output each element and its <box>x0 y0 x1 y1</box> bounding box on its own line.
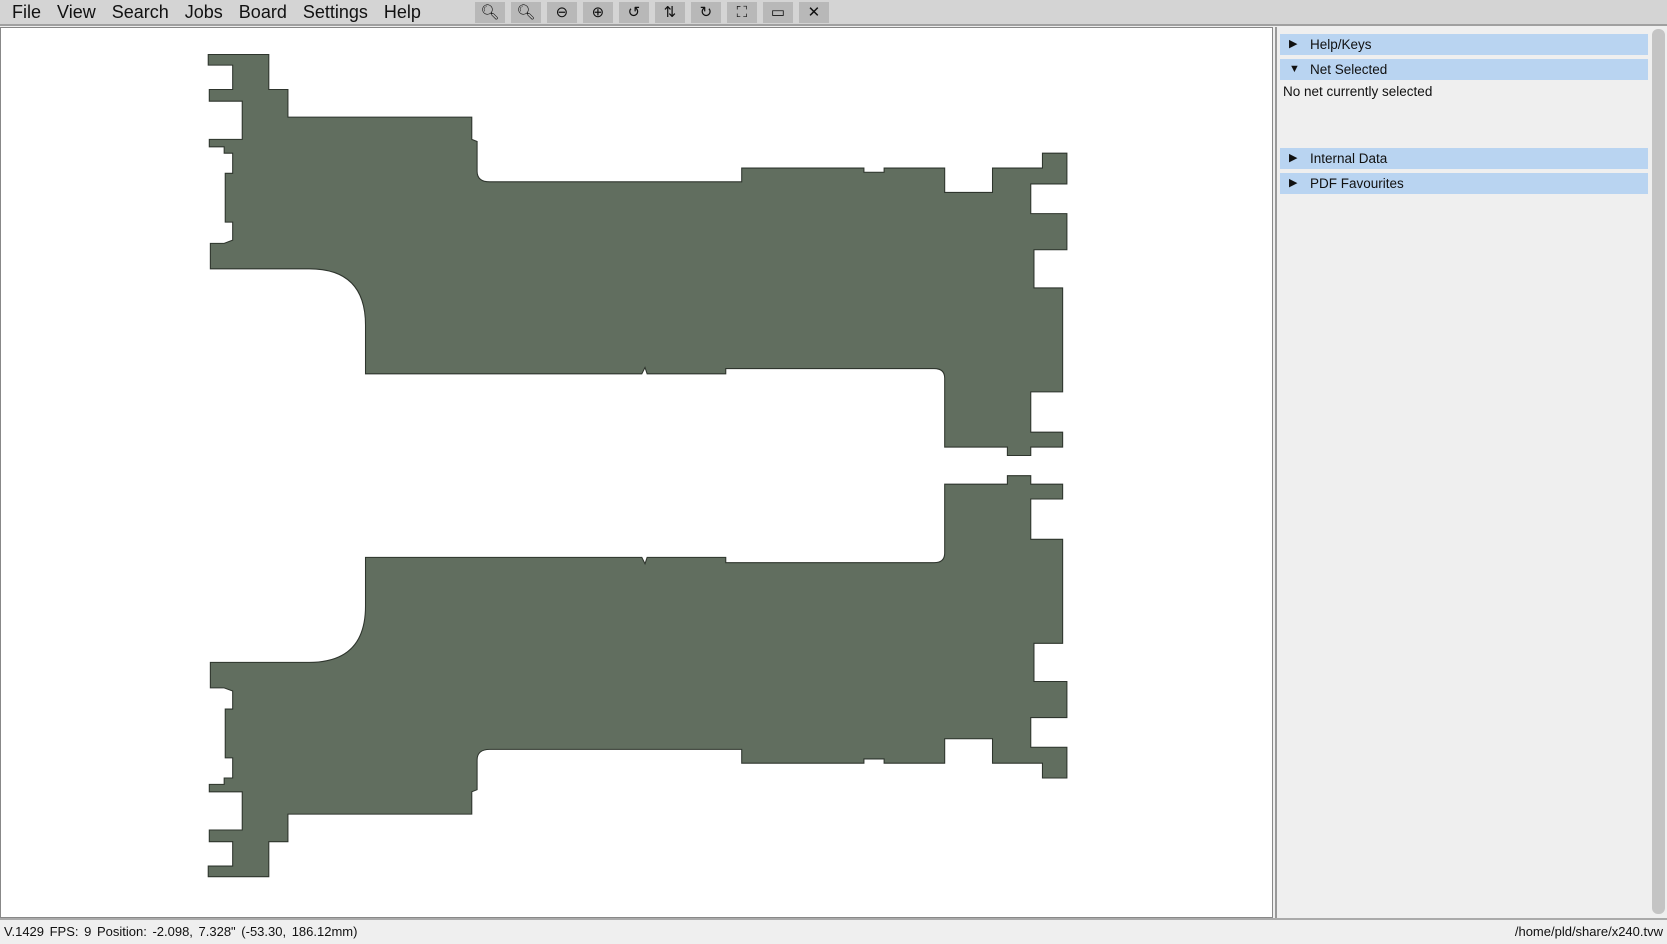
status-info: V.1429 FPS: 9 Position: -2.098, 7.328" (… <box>4 924 358 939</box>
flip-icon: ⇅ <box>663 4 677 21</box>
close-icon: ✕ <box>807 4 821 21</box>
section-internal-data[interactable]: ▶ Internal Data <box>1280 148 1648 169</box>
toolbar: 🔍︎ 🔍︎ ⊖ ⊕ ↺ ⇅ ↻ ⛶ ▭ ✕ <box>474 1 829 23</box>
menu-bar: File View Search Jobs Board Settings Hel… <box>0 0 1667 26</box>
rotate-cw-button[interactable]: ↻ <box>690 1 721 23</box>
menu-board[interactable]: Board <box>231 0 295 25</box>
expand-triangle-icon: ▶ <box>1289 152 1298 164</box>
fit-button[interactable]: ⛶ <box>726 1 757 23</box>
zoom-in-button[interactable]: 🔍︎ <box>510 1 541 23</box>
section-net-selected[interactable]: ▼ Net Selected <box>1280 59 1648 80</box>
panel-scrollbar[interactable] <box>1652 29 1665 914</box>
zoom-plus-button[interactable]: ⊕ <box>582 1 613 23</box>
expand-triangle-icon: ▶ <box>1289 177 1298 189</box>
menu-file[interactable]: File <box>0 0 49 25</box>
board-canvas[interactable] <box>0 27 1273 918</box>
rotate-ccw-icon: ↺ <box>627 4 641 21</box>
zoom-out-icon: 🔍︎ <box>480 4 500 21</box>
plus-circle-icon: ⊕ <box>591 4 605 21</box>
side-panel: ▶ Help/Keys ▼ Net Selected No net currentl… <box>1275 27 1667 918</box>
menu-settings[interactable]: Settings <box>295 0 376 25</box>
zoom-in-icon: 🔍︎ <box>516 4 536 21</box>
status-file-path: /home/pld/share/x240.tvw <box>1514 924 1663 939</box>
board-outline-icon: ▭ <box>770 4 786 21</box>
section-pdf-favourites[interactable]: ▶ PDF Favourites <box>1280 173 1648 194</box>
rotate-cw-icon: ↻ <box>699 4 713 21</box>
menu-help[interactable]: Help <box>376 0 429 25</box>
board-top-half[interactable] <box>207 53 1068 457</box>
fit-to-screen-icon: ⛶ <box>736 3 748 21</box>
collapse-triangle-icon: ▼ <box>1289 63 1300 75</box>
minus-circle-icon: ⊖ <box>555 4 569 21</box>
close-board-button[interactable]: ✕ <box>798 1 829 23</box>
menu-view[interactable]: View <box>49 0 104 25</box>
section-help-keys[interactable]: ▶ Help/Keys <box>1280 34 1648 55</box>
board-bottom-half[interactable] <box>207 475 1068 878</box>
menu-jobs[interactable]: Jobs <box>177 0 231 25</box>
rotate-ccw-button[interactable]: ↺ <box>618 1 649 23</box>
flip-button[interactable]: ⇅ <box>654 1 685 23</box>
status-bar: V.1429 FPS: 9 Position: -2.098, 7.328" (… <box>0 918 1667 944</box>
zoom-minus-button[interactable]: ⊖ <box>546 1 577 23</box>
menu-search[interactable]: Search <box>104 0 177 25</box>
board-outline-button[interactable]: ▭ <box>762 1 793 23</box>
zoom-out-button[interactable]: 🔍︎ <box>474 1 505 23</box>
expand-triangle-icon: ▶ <box>1289 38 1298 50</box>
net-selected-text: No net currently selected <box>1283 84 1433 99</box>
